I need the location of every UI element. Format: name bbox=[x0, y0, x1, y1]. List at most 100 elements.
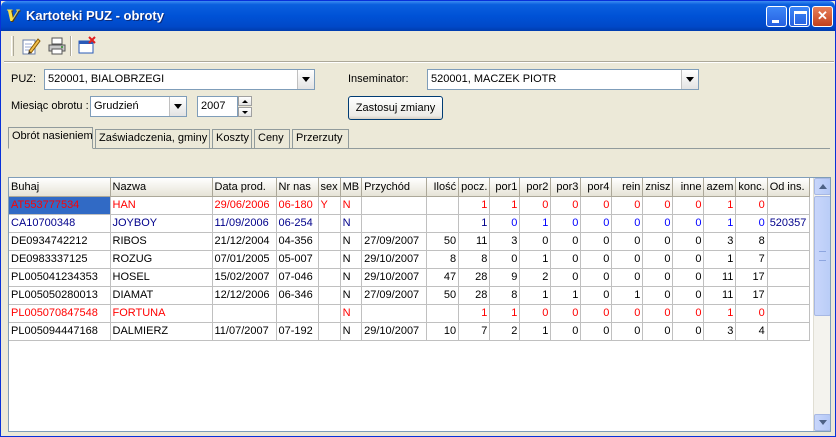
table-cell[interactable]: 0 bbox=[642, 196, 674, 215]
table-cell[interactable]: RIBOS bbox=[110, 232, 213, 251]
table-cell[interactable] bbox=[767, 304, 810, 323]
table-row[interactable]: CA10700348 JOYBOY 11/09/2006 06-254 N 1 0 1 0 0 0 0… bbox=[9, 214, 810, 233]
table-cell[interactable]: HOSEL bbox=[110, 268, 213, 287]
table-cell[interactable]: 0 bbox=[642, 268, 674, 287]
column-header[interactable]: Buhaj bbox=[9, 178, 111, 197]
table-cell[interactable]: 0 bbox=[642, 322, 674, 341]
table-cell[interactable]: 1 bbox=[703, 196, 737, 215]
table-cell[interactable]: 29/06/2006 bbox=[212, 196, 277, 215]
table-cell[interactable] bbox=[318, 322, 341, 341]
table-cell[interactable]: Y bbox=[318, 196, 341, 215]
table-cell[interactable]: 4 bbox=[735, 322, 768, 341]
table-row[interactable]: DE0934742212 RIBOS 21/12/2004 04-356 N 27/09/… bbox=[9, 232, 810, 251]
table-cell[interactable]: 28 bbox=[458, 268, 491, 287]
column-header[interactable]: MB bbox=[340, 178, 363, 197]
table-cell[interactable]: 06-254 bbox=[276, 214, 319, 233]
table-cell[interactable]: 1 bbox=[611, 286, 644, 305]
column-header[interactable]: sex bbox=[318, 178, 341, 197]
table-cell[interactable] bbox=[276, 304, 319, 323]
table-cell[interactable]: PL005050280013 bbox=[9, 286, 111, 305]
table-cell[interactable]: 520357 bbox=[767, 214, 810, 233]
table-cell[interactable]: DE0983337125 bbox=[9, 250, 111, 269]
table-cell[interactable]: 8 bbox=[458, 250, 491, 269]
column-header[interactable]: znisz bbox=[642, 178, 674, 197]
column-header[interactable]: Przychód bbox=[361, 178, 428, 197]
tab-koszty[interactable]: Koszty bbox=[212, 129, 252, 148]
table-cell[interactable]: 0 bbox=[611, 322, 644, 341]
table-cell[interactable]: 9 bbox=[489, 268, 521, 287]
tab-ceny[interactable]: Ceny bbox=[254, 129, 290, 148]
column-header[interactable]: pocz. bbox=[458, 178, 491, 197]
table-cell[interactable]: 04-356 bbox=[276, 232, 319, 251]
table-cell[interactable]: 50 bbox=[426, 286, 460, 305]
table-cell[interactable]: 0 bbox=[580, 304, 613, 323]
table-cell[interactable] bbox=[767, 196, 810, 215]
column-header[interactable]: Nazwa bbox=[110, 178, 213, 197]
table-cell[interactable]: 0 bbox=[642, 304, 674, 323]
table-cell[interactable]: 0 bbox=[672, 196, 705, 215]
table-cell[interactable]: 1 bbox=[519, 214, 552, 233]
table-cell[interactable]: 12/12/2006 bbox=[212, 286, 277, 305]
table-cell[interactable]: 11/07/2007 bbox=[212, 322, 277, 341]
table-cell[interactable]: 3 bbox=[703, 232, 737, 251]
column-header[interactable]: Ilość bbox=[426, 178, 460, 197]
table-cell[interactable]: 0 bbox=[550, 232, 582, 251]
table-cell[interactable]: 1 bbox=[519, 250, 552, 269]
table-row[interactable]: PL005050280013 DIAMAT 12/12/2006 06-346 N 27/… bbox=[9, 286, 810, 305]
table-cell[interactable]: 06-180 bbox=[276, 196, 319, 215]
table-cell[interactable]: 50 bbox=[426, 232, 460, 251]
table-cell[interactable]: 11 bbox=[458, 232, 491, 251]
table-cell[interactable]: 06-346 bbox=[276, 286, 319, 305]
table-cell[interactable]: 0 bbox=[580, 214, 613, 233]
table-cell[interactable]: 0 bbox=[735, 214, 768, 233]
chevron-down-icon[interactable] bbox=[681, 70, 698, 89]
table-cell[interactable]: 1 bbox=[550, 286, 582, 305]
table-cell[interactable]: N bbox=[340, 250, 363, 269]
table-cell[interactable]: N bbox=[340, 214, 363, 233]
table-cell[interactable]: 0 bbox=[672, 214, 705, 233]
table-cell[interactable]: 10 bbox=[426, 322, 460, 341]
table-cell[interactable]: HAN bbox=[110, 196, 213, 215]
table-cell[interactable]: 3 bbox=[703, 322, 737, 341]
close-button[interactable]: ✕ bbox=[812, 6, 833, 27]
table-cell[interactable]: 07/01/2005 bbox=[212, 250, 277, 269]
table-cell[interactable]: 2 bbox=[489, 322, 521, 341]
year-input[interactable]: 2007 bbox=[197, 96, 238, 117]
column-header[interactable]: azem bbox=[703, 178, 737, 197]
maximize-button[interactable] bbox=[789, 6, 810, 27]
table-cell[interactable] bbox=[318, 268, 341, 287]
table-cell[interactable]: 0 bbox=[519, 304, 552, 323]
table-cell[interactable] bbox=[361, 196, 428, 215]
month-select[interactable]: Grudzień bbox=[90, 96, 187, 117]
column-header[interactable]: por3 bbox=[550, 178, 582, 197]
table-cell[interactable]: 17 bbox=[735, 286, 768, 305]
table-cell[interactable]: 0 bbox=[550, 214, 582, 233]
table-cell[interactable] bbox=[318, 250, 341, 269]
year-stepper[interactable] bbox=[238, 96, 252, 117]
table-cell[interactable] bbox=[318, 304, 341, 323]
table-cell[interactable]: 0 bbox=[550, 250, 582, 269]
table-cell[interactable]: CA10700348 bbox=[9, 214, 111, 233]
table-cell[interactable]: 0 bbox=[642, 286, 674, 305]
table-cell[interactable]: 0 bbox=[580, 322, 613, 341]
tab-przerzuty[interactable]: Przerzuty bbox=[292, 129, 349, 148]
table-cell[interactable]: N bbox=[340, 268, 363, 287]
table-cell[interactable] bbox=[767, 232, 810, 251]
table-cell[interactable] bbox=[361, 304, 428, 323]
table-cell[interactable]: N bbox=[340, 232, 363, 251]
chevron-down-icon[interactable] bbox=[297, 70, 314, 89]
table-cell[interactable]: 1 bbox=[703, 250, 737, 269]
table-cell[interactable]: 0 bbox=[611, 304, 644, 323]
column-header[interactable]: konc. bbox=[735, 178, 768, 197]
table-cell[interactable]: 0 bbox=[550, 304, 582, 323]
table-cell[interactable]: JOYBOY bbox=[110, 214, 213, 233]
table-cell[interactable]: 0 bbox=[550, 268, 582, 287]
table-cell[interactable]: 1 bbox=[519, 286, 552, 305]
table-cell[interactable]: 0 bbox=[550, 196, 582, 215]
table-cell[interactable] bbox=[212, 304, 277, 323]
table-cell[interactable]: 8 bbox=[735, 232, 768, 251]
table-cell[interactable]: N bbox=[340, 304, 363, 323]
table-cell[interactable]: 0 bbox=[580, 232, 613, 251]
table-cell[interactable]: 0 bbox=[550, 322, 582, 341]
chevron-down-icon[interactable] bbox=[169, 97, 186, 116]
